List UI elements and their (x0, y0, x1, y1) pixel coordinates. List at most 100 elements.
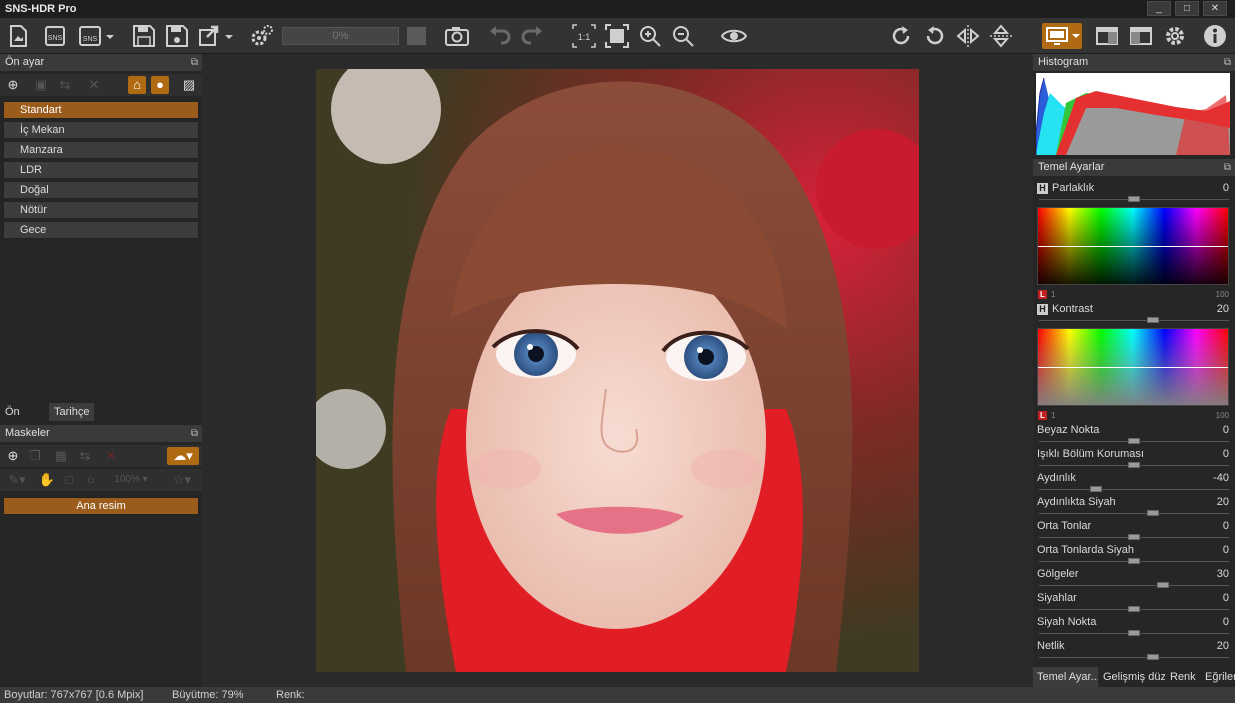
export-icon[interactable] (197, 23, 235, 49)
slider-track[interactable] (1039, 513, 1229, 514)
brightness-curve[interactable] (1037, 207, 1229, 285)
preset-item[interactable]: İç Mekan (3, 121, 199, 139)
brightness-thumb[interactable] (1128, 196, 1140, 202)
curve1-max: 100 (1215, 290, 1229, 299)
minimize-button[interactable]: _ (1147, 1, 1171, 16)
preset-item[interactable]: Standart (3, 101, 199, 119)
slider-label: Aydınlıkta Siyah (1037, 496, 1116, 508)
zoom-out-icon[interactable] (670, 23, 696, 49)
rotate-left-icon[interactable] (922, 23, 948, 49)
flip-vertical-icon[interactable] (988, 23, 1014, 49)
portrait-icon[interactable]: ● (151, 76, 169, 94)
close-button[interactable]: ✕ (1203, 1, 1227, 16)
slider-thumb[interactable] (1128, 462, 1140, 468)
zoom-select[interactable]: 100% ▾ (108, 471, 154, 489)
star-dropdown-icon[interactable]: ☆▾ (167, 471, 197, 489)
fit-window-icon[interactable] (604, 23, 630, 49)
rotate-right-icon[interactable] (888, 23, 914, 49)
layout-panel-icon[interactable] (1094, 23, 1120, 49)
cloud-dropdown-icon[interactable]: ☁▾ (167, 447, 199, 465)
delete-mask-icon[interactable]: ✕ (102, 447, 120, 465)
edit-mask-icon[interactable]: ▦ (52, 447, 70, 465)
slider-track[interactable] (1039, 585, 1229, 586)
status-zoom: Büyütme: 79% (172, 689, 244, 701)
undock-icon[interactable]: ⧉ (1224, 159, 1231, 176)
preview-eye-icon[interactable] (720, 23, 748, 49)
presets-header-title: Ön ayar (5, 56, 45, 68)
settings-gear-icon[interactable] (1162, 23, 1188, 49)
maximize-button[interactable]: □ (1175, 1, 1199, 16)
h-badge-icon[interactable]: H (1037, 183, 1048, 194)
delete-preset-icon[interactable]: ✕ (85, 76, 103, 94)
info-icon[interactable] (1202, 23, 1228, 49)
slider-thumb[interactable] (1128, 558, 1140, 564)
title-bar: SNS-HDR Pro _ □ ✕ (0, 0, 1235, 18)
home-icon[interactable]: ⌂ (128, 76, 146, 94)
save-icon[interactable] (131, 23, 157, 49)
brush-icon[interactable]: ✎▾ (4, 471, 30, 489)
add-preset-icon[interactable]: ⊕ (4, 76, 22, 94)
copy-mask-icon[interactable]: ❐ (26, 447, 44, 465)
flip-horizontal-icon[interactable] (955, 23, 981, 49)
slider-thumb[interactable] (1156, 582, 1169, 588)
slider-thumb[interactable] (1147, 654, 1159, 660)
preset-item[interactable]: Manzara (3, 141, 199, 159)
camera-icon[interactable] (444, 23, 470, 49)
stop-icon[interactable] (407, 27, 426, 45)
slider-track[interactable] (1039, 489, 1229, 490)
save-preset-icon[interactable]: ▣ (32, 76, 50, 94)
preset-item[interactable]: LDR (3, 161, 199, 179)
redo-icon[interactable] (519, 23, 545, 49)
preset-item[interactable]: Nötür (3, 201, 199, 219)
slider-thumb[interactable] (1128, 534, 1140, 540)
tab-curves[interactable]: Eğrileri (1201, 667, 1235, 687)
open-image-icon[interactable] (5, 23, 31, 49)
h-badge-icon[interactable]: H (1037, 304, 1048, 315)
slider-thumb[interactable] (1090, 486, 1102, 492)
curve2-min: 1 (1051, 411, 1056, 420)
slider-track[interactable] (1039, 657, 1229, 658)
ellipse-icon[interactable]: ○ (82, 471, 100, 489)
slider-thumb[interactable] (1128, 630, 1140, 636)
slider-thumb[interactable] (1147, 510, 1159, 516)
photo-preview[interactable] (316, 69, 919, 672)
svg-text:1:1: 1:1 (578, 32, 591, 42)
tab-basic-settings[interactable]: Temel Ayar... (1033, 667, 1098, 687)
undo-icon[interactable] (487, 23, 513, 49)
slider-label: Orta Tonlar (1037, 520, 1092, 532)
actual-size-icon[interactable]: 1:1 (571, 23, 597, 49)
undock-icon[interactable]: ⧉ (191, 425, 198, 442)
slider-thumb[interactable] (1128, 438, 1140, 444)
save-as-icon[interactable] (164, 23, 190, 49)
layout-split-icon[interactable] (1128, 23, 1154, 49)
zoom-in-icon[interactable] (637, 23, 663, 49)
open-sns-icon[interactable]: SNS (42, 23, 68, 49)
contrast-track[interactable] (1039, 320, 1229, 321)
tab-presets[interactable]: Ön ayar (0, 403, 31, 436)
contrast-thumb[interactable] (1147, 317, 1159, 323)
display-mode-dropdown[interactable] (1042, 23, 1082, 49)
tab-advanced[interactable]: Gelişmiş düz... (1099, 667, 1165, 687)
rename-preset-icon[interactable]: ⇆ (56, 76, 74, 94)
slider-label: Gölgeler (1037, 568, 1079, 580)
swap-mask-icon[interactable]: ⇆ (76, 447, 94, 465)
undock-icon[interactable]: ⧉ (1224, 54, 1231, 71)
tab-color[interactable]: Renk (1166, 667, 1200, 687)
image-icon[interactable]: ▨ (180, 76, 198, 94)
add-mask-icon[interactable]: ⊕ (4, 447, 22, 465)
slider-value: 20 (1216, 640, 1229, 652)
undock-icon[interactable]: ⧉ (191, 54, 198, 71)
process-settings-icon[interactable] (249, 23, 275, 49)
preset-item[interactable]: Doğal (3, 181, 199, 199)
hand-icon[interactable]: ✋ (38, 471, 56, 489)
save-sns-dropdown-icon[interactable]: SNS (78, 23, 116, 49)
mask-item-main-image[interactable]: Ana resim (3, 497, 199, 515)
rectangle-icon[interactable]: □ (60, 471, 78, 489)
preset-item[interactable]: Gece (3, 221, 199, 239)
slider-label: Netlik (1037, 640, 1065, 652)
tab-history[interactable]: Tarihçe (49, 403, 95, 421)
app-title: SNS-HDR Pro (5, 3, 77, 15)
histogram-header: Histogram ⧉ (1033, 54, 1235, 71)
slider-thumb[interactable] (1128, 606, 1140, 612)
contrast-curve[interactable] (1037, 328, 1229, 406)
